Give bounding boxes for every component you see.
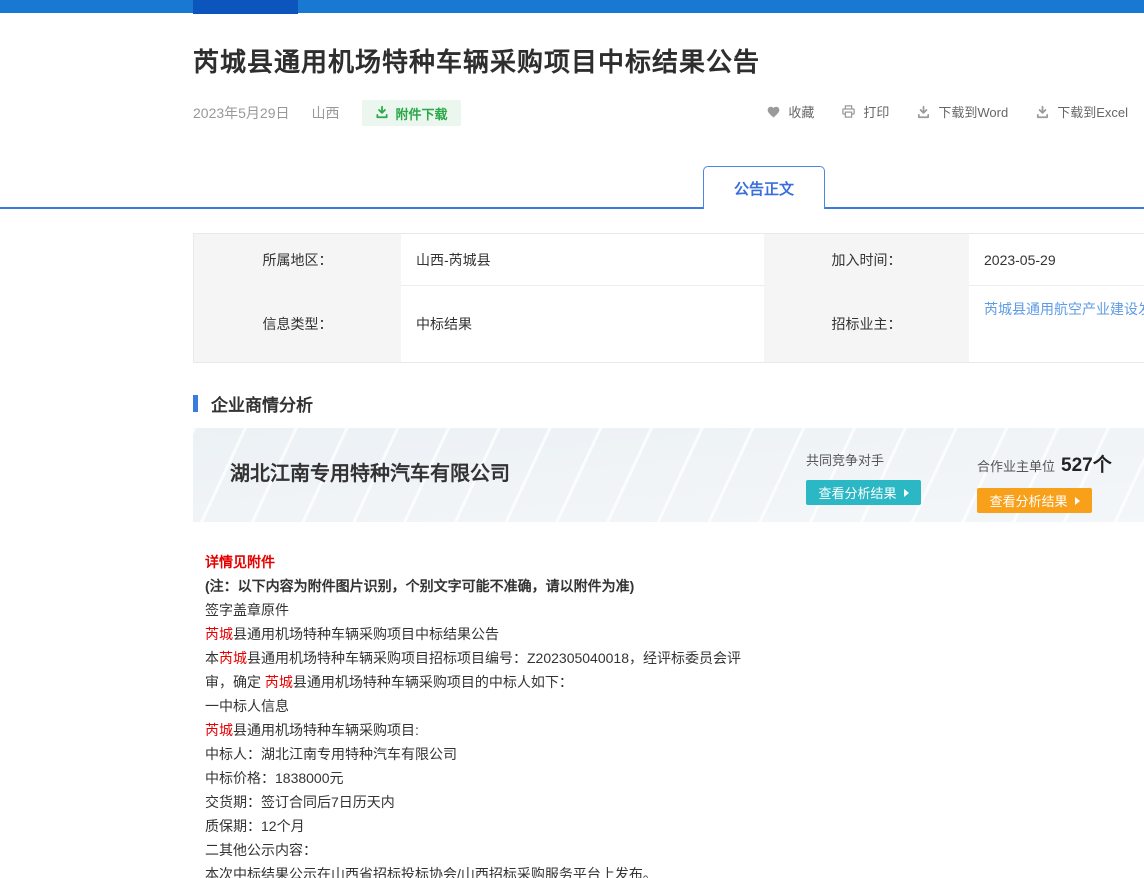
article-line: 中标价格：1838000元 — [205, 766, 905, 790]
partners-group: 合作业主单位 527个 查看分析结果 — [977, 450, 1112, 513]
partners-label: 合作业主单位 — [977, 456, 1055, 475]
section-header: 企业商情分析 — [193, 391, 313, 416]
competitors-label: 共同竞争对手 — [806, 450, 884, 469]
meta-row: 2023年5月29日 山西 附件下载 — [193, 100, 461, 126]
print-button[interactable]: 打印 — [841, 102, 889, 121]
download-excel-button[interactable]: 下载到Excel — [1035, 102, 1128, 121]
attachment-download-button[interactable]: 附件下载 — [362, 100, 461, 126]
article-line: 一中标人信息 — [205, 694, 905, 718]
article-line: 签字盖章原件 — [205, 598, 905, 622]
download-icon — [1035, 105, 1050, 119]
printer-icon — [841, 104, 856, 119]
download-icon — [916, 105, 931, 119]
analysis-card: 湖北江南专用特种汽车有限公司 共同竞争对手 查看分析结果 合作业主单位 527个… — [193, 428, 1144, 522]
article-line: 二其他公示内容： — [205, 838, 905, 862]
article-line: 芮城县通用机场特种车辆采购项目中标结果公告 — [205, 622, 905, 646]
article-line: 详情见附件 — [205, 550, 905, 574]
info-value-type: 中标结果 — [401, 286, 764, 362]
section-title: 企业商情分析 — [211, 391, 313, 416]
info-value-region: 山西-芮城县 — [401, 234, 764, 286]
competitors-view-label: 查看分析结果 — [818, 483, 896, 502]
competitors-view-button[interactable]: 查看分析结果 — [806, 480, 921, 505]
competitors-group: 共同竞争对手 查看分析结果 — [806, 450, 921, 505]
article-line: 本次中标结果公示在山西省招标投标协会/山西招标采购服务平台上发布。 — [205, 862, 905, 878]
info-value-owner: 芮城县通用航空产业建设发 — [969, 286, 1144, 362]
tab-underline — [0, 207, 1144, 209]
section-accent-bar — [193, 395, 198, 412]
info-table: 所属地区： 山西-芮城县 加入时间： 2023-05-29 信息类型： 中标结果… — [193, 233, 1144, 363]
heart-icon — [766, 105, 781, 119]
download-icon — [375, 105, 389, 122]
article-line: 本芮城县通用机场特种车辆采购项目招标项目编号：Z202305040018，经评标… — [205, 646, 905, 670]
top-nav-active-segment[interactable] — [193, 0, 298, 14]
article-line: 中标人：湖北江南专用特种汽车有限公司 — [205, 742, 905, 766]
article-line: 芮城县通用机场特种车辆采购项目: — [205, 718, 905, 742]
triangle-right-icon — [1075, 497, 1080, 505]
partners-view-button[interactable]: 查看分析结果 — [977, 488, 1092, 513]
info-label-owner: 招标业主： — [764, 286, 969, 362]
info-label-type: 信息类型： — [194, 286, 401, 362]
page: 芮城县通用机场特种车辆采购项目中标结果公告 2023年5月29日 山西 附件下载… — [0, 0, 1144, 878]
page-title: 芮城县通用机场特种车辆采购项目中标结果公告 — [193, 42, 760, 79]
print-label: 打印 — [863, 102, 889, 121]
tab-announcement-body[interactable]: 公告正文 — [703, 166, 825, 209]
region-label: 山西 — [312, 103, 340, 123]
favorite-button[interactable]: 收藏 — [766, 102, 814, 121]
partners-count: 527个 — [1061, 450, 1112, 477]
top-nav-bar — [0, 0, 1144, 13]
download-word-button[interactable]: 下载到Word — [916, 102, 1008, 121]
info-label-region: 所属地区： — [194, 234, 401, 286]
owner-link[interactable]: 芮城县通用航空产业建设发 — [984, 299, 1144, 319]
publish-date: 2023年5月29日 — [193, 103, 290, 123]
triangle-right-icon — [904, 489, 909, 497]
partners-view-label: 查看分析结果 — [989, 491, 1067, 510]
article-line: (注：以下内容为附件图片识别，个别文字可能不准确，请以附件为准) — [205, 574, 905, 598]
download-excel-label: 下载到Excel — [1057, 102, 1128, 121]
info-value-join-time: 2023-05-29 — [969, 234, 1144, 286]
article-body: 详情见附件(注：以下内容为附件图片识别，个别文字可能不准确，请以附件为准)签字盖… — [205, 550, 905, 878]
article-line: 质保期：12个月 — [205, 814, 905, 838]
attachment-download-label: 附件下载 — [396, 104, 448, 123]
favorite-label: 收藏 — [788, 102, 814, 121]
article-line: 交货期：签订合同后7日历天内 — [205, 790, 905, 814]
header-actions: 收藏 打印 下载到Word 下载到Excel — [766, 102, 1128, 121]
info-label-join-time: 加入时间： — [764, 234, 969, 286]
article-line: 审，确定 芮城县通用机场特种车辆采购项目的中标人如下： — [205, 670, 905, 694]
company-name: 湖北江南专用特种汽车有限公司 — [230, 457, 510, 486]
download-word-label: 下载到Word — [938, 102, 1008, 121]
